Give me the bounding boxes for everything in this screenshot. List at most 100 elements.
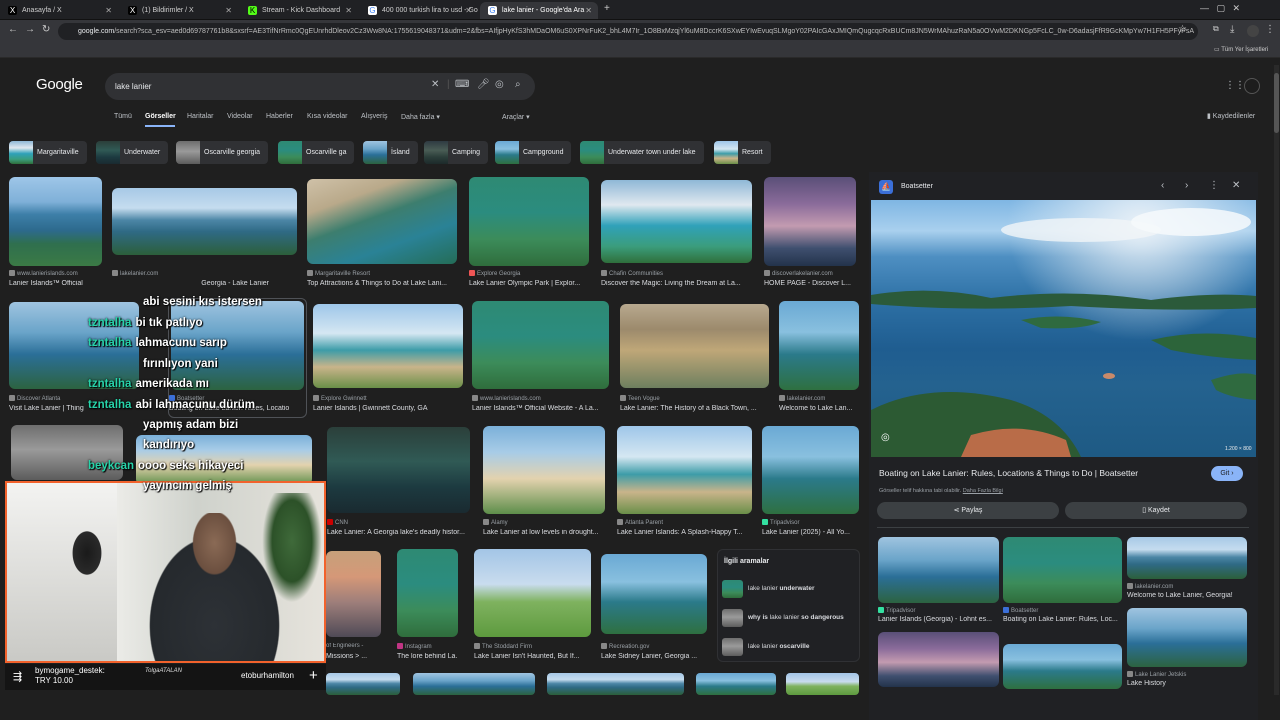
close-icon[interactable]: ✕ — [465, 2, 472, 19]
close-icon[interactable]: ✕ — [225, 2, 232, 19]
result-image[interactable] — [483, 426, 605, 514]
result-image[interactable] — [696, 673, 776, 695]
window-controls[interactable]: — ▢ ✕ — [1200, 3, 1240, 14]
tab-google-lake-lanier[interactable]: Glake lanier - Google'da Ara ✕ — [480, 2, 598, 19]
chip-campground[interactable]: Campground — [495, 141, 572, 164]
result-image[interactable] — [326, 673, 400, 695]
preview-title[interactable]: Boating on Lake Lanier: Rules, Locations… — [879, 468, 1138, 478]
reload-icon[interactable]: ↻ — [42, 24, 50, 35]
chip-margaritaville[interactable]: Margaritaville — [9, 141, 87, 164]
scrollbar-thumb[interactable] — [1274, 73, 1279, 133]
result-image[interactable] — [601, 180, 752, 263]
result-image[interactable] — [601, 554, 707, 634]
tab-twitter-notifications[interactable]: X (1) Bildirimler / X ✕ — [120, 2, 238, 19]
chevron-right-icon[interactable]: › — [1185, 180, 1188, 191]
all-bookmarks[interactable]: ▭ Tüm Yer İşaretleri — [1214, 46, 1268, 53]
result-title[interactable]: Lake Lanier: A Georgia lake's deadly his… — [327, 529, 470, 536]
back-icon[interactable]: ← — [8, 24, 18, 35]
chip-underwater-town[interactable]: Underwater town under lake — [580, 141, 704, 164]
result-image[interactable] — [327, 427, 470, 513]
result-image[interactable] — [469, 177, 589, 266]
result-title[interactable]: Lake Lanier Olympic Park | Explor... — [469, 280, 589, 287]
related-image[interactable] — [878, 537, 999, 603]
result-image[interactable] — [779, 301, 859, 390]
learn-more-link[interactable]: Daha Fazla Bilgi — [963, 488, 1003, 494]
clear-icon[interactable]: ✕ — [431, 79, 439, 90]
forward-icon[interactable]: → — [25, 24, 35, 35]
url-field[interactable]: google.com/search?sca_esv=aed0d69787761b… — [58, 23, 1198, 40]
result-image[interactable] — [326, 551, 381, 637]
save-button[interactable]: ▯ Kaydet — [1065, 502, 1247, 519]
result-image[interactable] — [617, 426, 752, 514]
result-image[interactable] — [307, 179, 457, 264]
result-image[interactable] — [786, 673, 859, 695]
related-title[interactable]: Lake History — [1127, 680, 1247, 687]
related-title[interactable]: Lanier Islands (Georgia) - Lohnt es... — [878, 616, 999, 623]
search-box[interactable]: ✕ | ⌨ 🎤︎ ◎ ⌕ — [105, 73, 535, 100]
result-image[interactable] — [313, 304, 463, 388]
result-title[interactable]: Lanier Islands™ Official Website - A La.… — [472, 405, 609, 412]
microphone-icon[interactable]: 🎤︎ — [477, 79, 490, 90]
new-tab-button[interactable]: + — [604, 3, 610, 14]
chevron-left-icon[interactable]: ‹ — [1161, 180, 1164, 191]
share-button[interactable]: ⋖ Paylaş — [877, 502, 1059, 519]
tab-twitter-home[interactable]: X Anasayfa / X ✕ — [0, 2, 118, 19]
search-input[interactable] — [115, 79, 415, 94]
extensions-icon[interactable]: ⧉ — [1213, 24, 1219, 34]
saved-button[interactable]: ▮ Kaydedilenler — [1207, 112, 1255, 120]
tab-maps[interactable]: Haritalar — [187, 113, 213, 120]
tab-google-lira[interactable]: G 400 000 turkish lira to usd - Go ✕ — [360, 2, 478, 19]
result-title[interactable]: Lanier Islands | Gwinnett County, GA — [313, 405, 463, 412]
tab-short-videos[interactable]: Kısa videolar — [307, 113, 347, 120]
tab-videos[interactable]: Videolar — [227, 113, 253, 120]
related-item[interactable]: lake lanier underwater — [722, 578, 860, 600]
result-image[interactable] — [112, 188, 297, 255]
chip-oscarville-georgia[interactable]: Oscarville georgia — [176, 141, 269, 164]
visit-button[interactable]: Git › — [1211, 466, 1243, 481]
chip-island[interactable]: İsland — [363, 141, 418, 164]
result-image[interactable] — [764, 177, 856, 266]
result-title[interactable]: Discover the Magic: Living the Dream at … — [601, 280, 752, 287]
result-title[interactable]: HOME PAGE - Discover L... — [764, 280, 856, 287]
google-logo[interactable]: Google — [36, 76, 83, 93]
related-image[interactable] — [1127, 537, 1247, 579]
result-title[interactable]: Welcome to Lake Lan... — [779, 405, 859, 412]
result-title[interactable]: Lake Lanier (2025) - All Yo... — [762, 529, 859, 536]
result-title[interactable]: The lore behind La... — [397, 653, 458, 660]
close-icon[interactable]: ✕ — [1232, 180, 1240, 191]
preview-image[interactable]: ◎ 1.200 × 800 — [871, 200, 1256, 457]
tab-images[interactable]: Görseller — [145, 113, 176, 120]
scrollbar[interactable] — [1274, 65, 1279, 695]
result-image[interactable] — [620, 304, 769, 388]
related-image[interactable] — [1003, 644, 1122, 689]
result-title[interactable]: Lake Lanier at low levels in drought... — [483, 529, 605, 536]
related-title[interactable]: Boating on Lake Lanier: Rules, Loc... — [1003, 616, 1122, 623]
result-image[interactable] — [413, 673, 535, 695]
chip-camping[interactable]: Camping — [424, 141, 489, 164]
related-image[interactable] — [1003, 537, 1122, 603]
tab-all[interactable]: Tümü — [114, 113, 132, 120]
close-icon[interactable]: ✕ — [105, 2, 112, 19]
chip-underwater[interactable]: Underwater — [96, 141, 169, 164]
result-title[interactable]: Lake Lanier Islands: A Splash-Happy T... — [617, 529, 752, 536]
chip-resort[interactable]: Resort — [714, 141, 771, 164]
menu-icon[interactable]: ⋮ — [1265, 24, 1275, 35]
tab-shopping[interactable]: Alışveriş — [361, 113, 387, 120]
related-image[interactable] — [1127, 608, 1247, 667]
chip-oscarville-ga[interactable]: Oscarville ga — [278, 141, 355, 164]
search-icon[interactable]: ⌕ — [515, 79, 521, 90]
tools-button[interactable]: Araçlar ▾ — [502, 113, 530, 121]
star-icon[interactable]: ☆ — [1178, 24, 1187, 35]
account-avatar[interactable] — [1244, 78, 1260, 94]
result-image[interactable] — [9, 177, 102, 266]
more-options-icon[interactable]: ⋮ — [1209, 180, 1219, 191]
close-icon[interactable]: ✕ — [585, 2, 592, 19]
profile-avatar[interactable] — [1247, 25, 1259, 37]
related-title[interactable]: Welcome to Lake Lanier, Georgia! — [1127, 592, 1247, 599]
result-title[interactable]: Lake Sidney Lanier, Georgia ... — [601, 653, 707, 660]
result-title[interactable]: Missions > ... — [326, 653, 381, 660]
result-image[interactable] — [472, 301, 609, 389]
related-item[interactable]: lake lanier oscarville — [722, 636, 860, 658]
close-icon[interactable]: ✕ — [345, 2, 352, 19]
lens-icon[interactable]: ◎ — [495, 79, 504, 90]
